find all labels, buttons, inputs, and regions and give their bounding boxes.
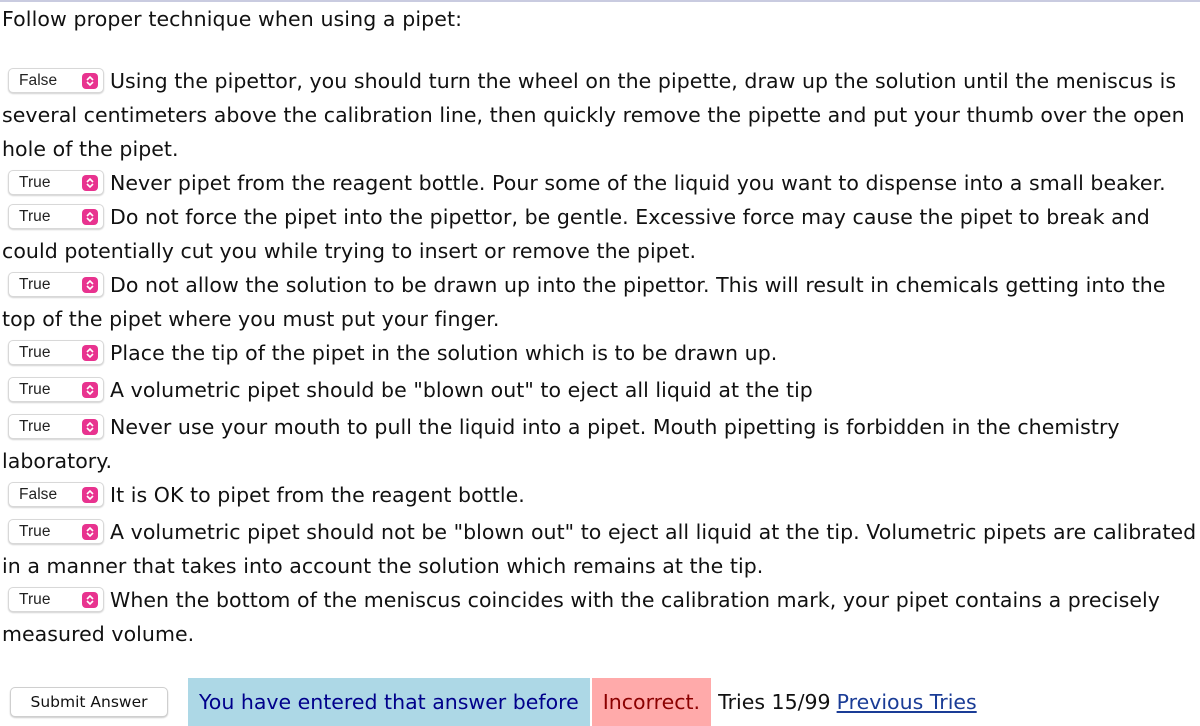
chevron-up-down-icon [82, 592, 98, 608]
chevron-up-down-icon [82, 524, 98, 540]
question-prompt: Follow proper technique when using a pip… [2, 7, 463, 31]
previous-tries-link[interactable]: Previous Tries [837, 690, 977, 714]
answer-feedback-row: Submit Answer You have entered that answ… [0, 678, 1200, 726]
statement-item: False It is OK to pipet from the reagent … [2, 478, 1200, 512]
selected-value: True [19, 418, 51, 435]
selected-value: True [19, 276, 51, 293]
statement-text: Do not force the pipet into the pipettor… [2, 205, 1150, 263]
true-false-select[interactable]: True [8, 272, 104, 297]
statement-item: False Using the pipettor, you should turn… [2, 64, 1200, 166]
submit-answer-button[interactable]: Submit Answer [10, 687, 168, 717]
statement-text: A volumetric pipet should be "blown out"… [110, 378, 813, 402]
true-false-select[interactable]: True [8, 587, 104, 612]
chevron-up-down-icon [82, 209, 98, 225]
statement-item: True Never pipet from the reagent bottle.… [2, 166, 1200, 200]
selected-value: False [19, 72, 58, 89]
chevron-up-down-icon [82, 487, 98, 503]
statement-text: When the bottom of the meniscus coincide… [2, 588, 1160, 646]
statement-item: True Do not allow the solution to be draw… [2, 268, 1200, 336]
statement-item: True Never use your mouth to pull the liq… [2, 410, 1200, 478]
selected-value: True [19, 344, 51, 361]
statement-list: False Using the pipettor, you should turn… [2, 64, 1200, 651]
statement-text: It is OK to pipet from the reagent bottl… [110, 483, 525, 507]
statement-item: True A volumetric pipet should not be "bl… [2, 515, 1200, 583]
question-container: Follow proper technique when using a pip… [2, 4, 1200, 651]
statement-item: True Do not force the pipet into the pipe… [2, 200, 1200, 268]
chevron-up-down-icon [82, 277, 98, 293]
true-false-select[interactable]: False [8, 68, 104, 93]
statement-item: True Place the tip of the pipet in the so… [2, 336, 1200, 370]
incorrect-status-badge: Incorrect. [591, 678, 712, 726]
statement-text: Using the pipettor, you should turn the … [2, 69, 1185, 161]
chevron-up-down-icon [82, 73, 98, 89]
selected-value: True [19, 208, 51, 225]
tries-counter: Tries 15/99 [718, 690, 831, 714]
statement-text: A volumetric pipet should not be "blown … [2, 520, 1197, 578]
true-false-select[interactable]: True [8, 170, 104, 195]
chevron-up-down-icon [82, 175, 98, 191]
statement-item: True A volumetric pipet should be "blown … [2, 373, 1200, 407]
chevron-up-down-icon [82, 419, 98, 435]
selected-value: True [19, 523, 51, 540]
true-false-select[interactable]: True [8, 414, 104, 439]
chevron-up-down-icon [82, 345, 98, 361]
chevron-up-down-icon [82, 382, 98, 398]
selected-value: True [19, 174, 51, 191]
selected-value: True [19, 591, 51, 608]
true-false-select[interactable]: True [8, 340, 104, 365]
statement-text: Never pipet from the reagent bottle. Pou… [110, 171, 1166, 195]
top-border [0, 0, 1200, 2]
selected-value: True [19, 381, 51, 398]
true-false-select[interactable]: True [8, 377, 104, 402]
true-false-select[interactable]: False [8, 482, 104, 507]
true-false-select[interactable]: True [8, 204, 104, 229]
statement-text: Do not allow the solution to be drawn up… [2, 273, 1166, 331]
selected-value: False [19, 486, 58, 503]
true-false-select[interactable]: True [8, 519, 104, 544]
statement-item: True When the bottom of the meniscus coin… [2, 583, 1200, 651]
duplicate-answer-message: You have entered that answer before [188, 678, 590, 726]
statement-text: Never use your mouth to pull the liquid … [2, 415, 1120, 473]
statement-text: Place the tip of the pipet in the soluti… [110, 341, 778, 365]
